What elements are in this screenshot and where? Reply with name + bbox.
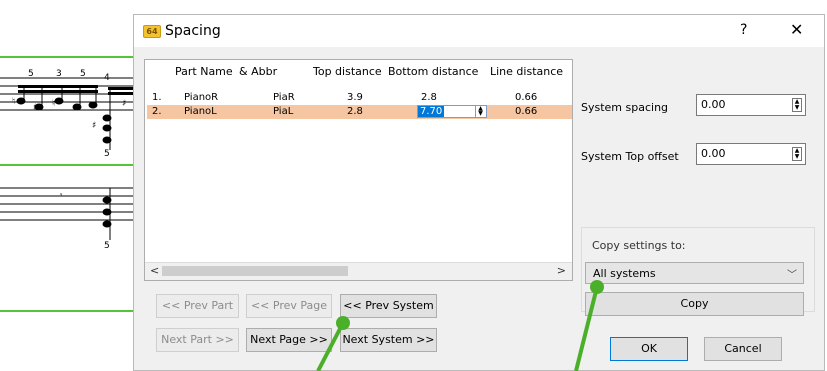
annotation-overlay bbox=[316, 280, 604, 371]
annotation-dot bbox=[336, 316, 350, 330]
annotation-line bbox=[316, 322, 345, 371]
annotation-dot bbox=[590, 280, 604, 294]
annotation-line bbox=[574, 286, 599, 371]
